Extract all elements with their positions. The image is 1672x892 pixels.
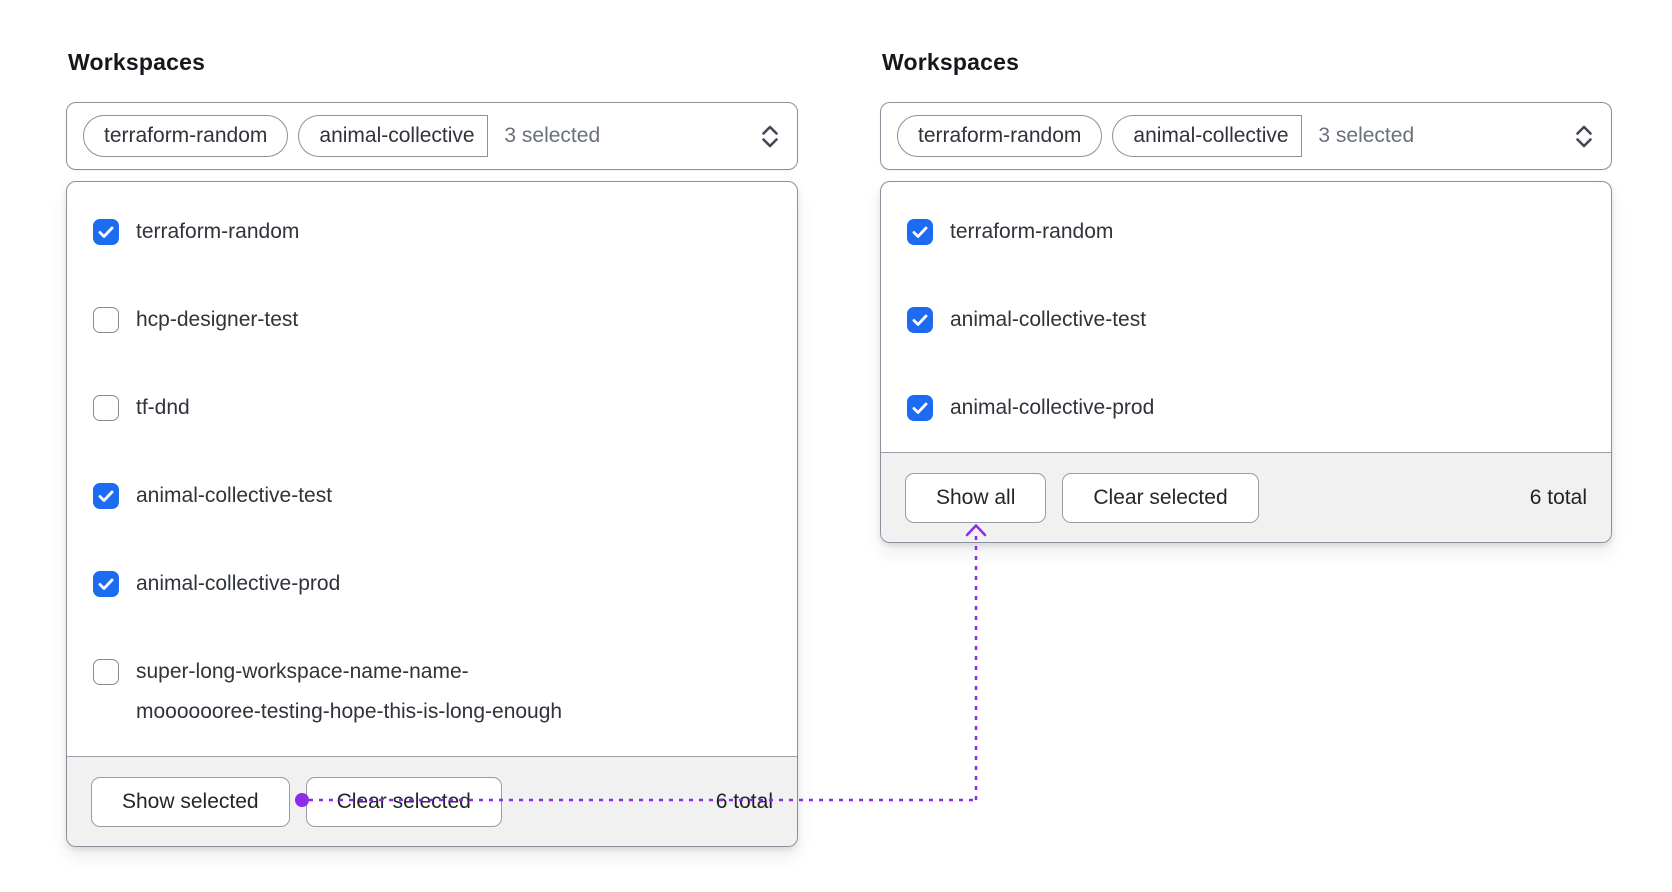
multiselect-trigger[interactable]: terraform-random animal-collective 3 sel… (880, 102, 1612, 170)
multiselect-dropdown: terraform-random animal-collective-test (880, 181, 1612, 543)
checkbox[interactable] (93, 483, 119, 509)
check-icon (912, 402, 928, 414)
checkbox[interactable] (93, 395, 119, 421)
workspace-option-row[interactable]: hcp-designer-test (67, 276, 797, 364)
workspace-option-label: animal-collective-prod (136, 572, 341, 595)
workspace-options-list: terraform-random hcp-designer-test tf-dn… (67, 182, 797, 756)
checkbox[interactable] (93, 571, 119, 597)
workspace-option-row[interactable]: terraform-random (881, 188, 1611, 276)
multiselect-trigger[interactable]: terraform-random animal-collective 3 sel… (66, 102, 798, 170)
dropdown-footer: Show selected Clear selected 6 total (67, 756, 797, 846)
chevron-up-down-icon (759, 123, 781, 150)
check-icon (912, 314, 928, 326)
workspace-option-label: terraform-random (136, 220, 300, 243)
selected-count-label: 3 selected (1318, 124, 1415, 147)
checkbox[interactable] (93, 219, 119, 245)
multiselect-dropdown: terraform-random hcp-designer-test tf-dn… (66, 181, 798, 847)
checkbox[interactable] (93, 659, 119, 685)
check-icon (98, 226, 114, 238)
left-workspaces-filter: Workspaces terraform-random animal-colle… (66, 48, 798, 847)
selected-count-label: 3 selected (504, 124, 601, 147)
workspace-option-label: animal-collective-test (136, 484, 333, 507)
workspace-option-label: animal-collective-test (950, 308, 1147, 331)
selected-tag-pill[interactable]: terraform-random (83, 115, 289, 157)
workspace-option-row[interactable]: terraform-random (67, 188, 797, 276)
selected-tag-pill[interactable]: terraform-random (897, 115, 1103, 157)
check-icon (98, 490, 114, 502)
show-all-button[interactable]: Show all (905, 472, 1047, 523)
workspace-option-row[interactable]: tf-dnd (67, 364, 797, 452)
workspace-option-label: animal-collective-prod (950, 396, 1155, 419)
workspace-option-label: super-long-workspace-name-name-moooooore… (136, 660, 563, 723)
clear-selected-button[interactable]: Clear selected (1062, 472, 1259, 523)
workspace-option-row[interactable]: animal-collective-test (67, 452, 797, 540)
show-selected-button[interactable]: Show selected (91, 776, 290, 827)
chevron-up-down-icon (1573, 123, 1595, 150)
right-workspaces-filter: Workspaces terraform-random animal-colle… (880, 48, 1612, 543)
page-title: Workspaces (68, 49, 206, 75)
workspace-option-row[interactable]: animal-collective-test (881, 276, 1611, 364)
workspace-option-row[interactable]: animal-collective-prod (881, 364, 1611, 452)
checkbox[interactable] (907, 307, 933, 333)
selected-tag-pill-truncated[interactable]: animal-collective (298, 115, 489, 157)
total-count-label: 6 total (715, 789, 773, 813)
workspace-option-row[interactable]: super-long-workspace-name-name-moooooore… (67, 628, 797, 756)
checkbox[interactable] (907, 395, 933, 421)
workspace-option-label: tf-dnd (136, 396, 190, 419)
selected-tag-pill-truncated[interactable]: animal-collective (1112, 115, 1303, 157)
dropdown-footer: Show all Clear selected 6 total (881, 452, 1611, 542)
checkbox[interactable] (93, 307, 119, 333)
workspace-options-list: terraform-random animal-collective-test (881, 182, 1611, 452)
checkbox[interactable] (907, 219, 933, 245)
workspace-option-label: terraform-random (950, 220, 1114, 243)
workspace-option-label: hcp-designer-test (136, 308, 299, 331)
clear-selected-button[interactable]: Clear selected (305, 776, 502, 827)
workspace-option-row[interactable]: animal-collective-prod (67, 540, 797, 628)
workspaces-multiselect-demo: Workspaces terraform-random animal-colle… (0, 0, 1672, 892)
total-count-label: 6 total (1529, 485, 1587, 509)
page-title: Workspaces (882, 49, 1020, 75)
check-icon (912, 226, 928, 238)
check-icon (98, 578, 114, 590)
